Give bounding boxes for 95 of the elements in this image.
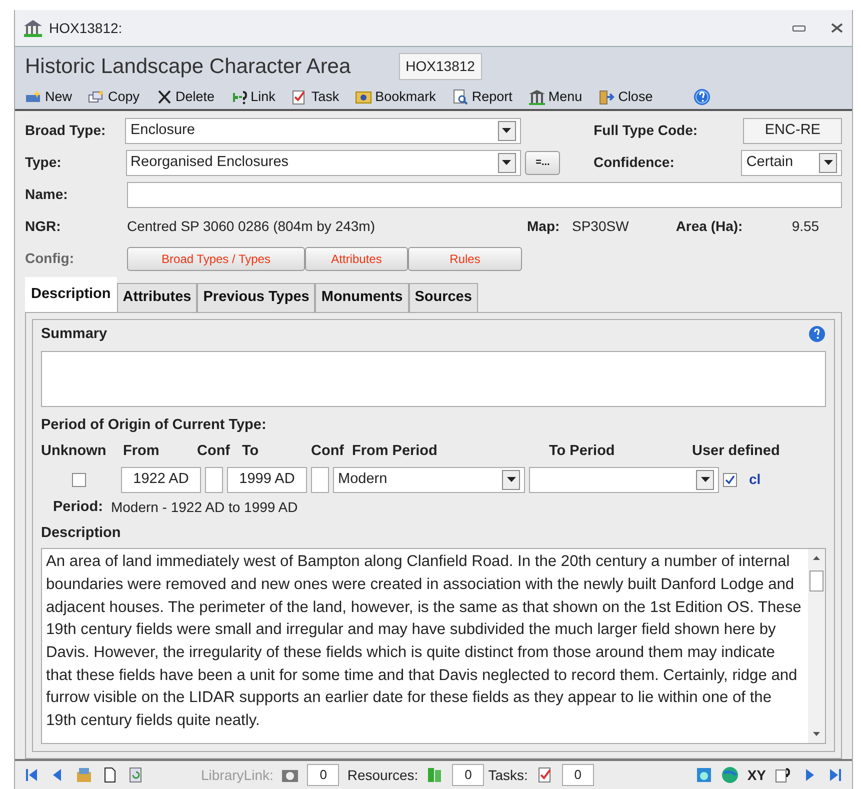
dropdown-value: Modern — [338, 470, 388, 489]
field-label: Area (Ha): — [676, 217, 744, 236]
column-header: To — [242, 442, 260, 461]
exit-door-icon — [598, 88, 616, 105]
form-title: Historic Landscape Character Area — [25, 54, 351, 80]
toolbar-button[interactable]: New — [25, 86, 72, 107]
library-link-label: LibraryLink: — [201, 766, 274, 785]
new-icon — [25, 88, 43, 105]
field-label: Confidence: — [593, 153, 676, 172]
checkbox[interactable] — [72, 472, 86, 487]
count-field: 0 — [307, 764, 340, 786]
area-value: 9.55 — [792, 217, 820, 236]
tab[interactable]: Previous Types — [197, 282, 316, 312]
column-header: To Period — [549, 442, 616, 461]
dropdown-button[interactable] — [819, 152, 838, 173]
field-label: Full Type Code: — [594, 121, 699, 140]
column-header: Conf — [311, 442, 346, 461]
resources-label: Resources: — [347, 766, 418, 784]
toolbar-button[interactable]: Link — [230, 86, 276, 107]
count-field: 0 — [562, 764, 594, 786]
checkbox[interactable] — [723, 472, 737, 487]
toolbar-button[interactable]: Menu — [528, 86, 582, 107]
column-header: Conf — [197, 442, 232, 461]
map-value: SP30SW — [572, 217, 629, 236]
field-label: Config: — [25, 249, 75, 268]
period-summary: Modern - 1922 AD to 1999 AD — [110, 498, 298, 517]
minimize-icon[interactable] — [792, 23, 806, 33]
conf-field[interactable] — [205, 466, 223, 493]
tasks-label: Tasks: — [488, 766, 528, 784]
toolbar-button[interactable]: Close — [598, 86, 653, 107]
caret-icon — [824, 160, 833, 166]
help-icon[interactable] — [692, 88, 711, 106]
field-label: Name: — [25, 185, 69, 204]
column-header: From — [123, 442, 160, 461]
copy-icon — [88, 88, 106, 105]
lookup-button[interactable]: =... — [524, 150, 560, 175]
checkmark-icon — [724, 474, 736, 486]
column-header: Unknown — [41, 442, 108, 461]
description-field[interactable]: An area of land immediately west of Bampton along Clanfield Road. In the 20th century a number of internal boundaries were removed and new ones were created in association with the newly built Danford Lodge and adjacent houses. The perimeter of the land, however, is the same as that shown on the 1st Edition OS. These 19th century fields were small and irregular and may have subdivided the much larger field shown here by Davis. However, the irregularity of these fields which is quite distinct from those around them may indicate that these fields have been a unit for some time and that Davis neglected to record them. Certainly, ridge and furrow visible on the LIDAR supports an earlier date for these fields as they appear to lie within one of the 19th century fields quite neatly. — [41, 548, 826, 744]
from-period-dropdown[interactable]: Modern — [333, 466, 525, 493]
summary-field[interactable] — [41, 351, 826, 408]
building-icon — [23, 19, 43, 37]
globe-icon[interactable] — [721, 766, 740, 784]
name-field[interactable] — [127, 182, 842, 208]
full-type-code-field: ENC-RE — [743, 118, 842, 144]
toolbar-button[interactable]: Bookmark — [355, 86, 436, 107]
toolbar-button[interactable]: Copy — [88, 86, 140, 107]
tab[interactable]: Description — [25, 276, 117, 312]
dropdown-value: Reorganised Enclosures — [130, 152, 289, 172]
building-icon — [528, 88, 546, 105]
section-heading: Summary — [41, 324, 108, 344]
magnifier-document-icon — [452, 88, 470, 105]
field-label: Broad Type: — [25, 121, 107, 140]
folder-icon[interactable] — [75, 766, 93, 784]
user-defined-mark: cl — [749, 470, 761, 490]
bookmark-icon — [355, 88, 374, 105]
column-header: User defined — [692, 442, 781, 461]
column-header: From Period — [352, 442, 438, 461]
toolbar-button[interactable]: Task — [291, 86, 340, 107]
broad-type-dropdown[interactable]: Enclosure — [125, 118, 521, 144]
toolbar-button[interactable]: Delete — [156, 86, 215, 107]
toolbar-button[interactable]: Report — [452, 86, 512, 107]
from-field[interactable]: 1922 AD — [121, 466, 201, 493]
section-heading: Period of Origin of Current Type: — [41, 416, 268, 436]
count-field: 0 — [452, 764, 484, 786]
close-icon[interactable] — [830, 22, 844, 34]
type-dropdown[interactable]: Reorganised Enclosures — [126, 150, 521, 176]
dropdown-button[interactable] — [498, 152, 516, 173]
dropdown-button[interactable] — [498, 120, 516, 141]
caret-icon — [502, 160, 512, 166]
field-label: Type: — [25, 153, 62, 172]
section-heading: Description — [41, 524, 122, 542]
dropdown-value: Certain — [746, 152, 794, 172]
tab[interactable]: Sources — [408, 282, 478, 312]
map-window-icon[interactable] — [695, 766, 714, 784]
scrollbar[interactable] — [808, 549, 825, 744]
field-label: NGR: — [25, 217, 62, 236]
dropdown-value: Enclosure — [130, 120, 195, 140]
dropdown-button[interactable] — [696, 470, 714, 490]
record-id-field: HOX13812 — [398, 53, 482, 80]
period-label: Period: — [53, 498, 103, 517]
xy-button[interactable]: XY — [747, 764, 766, 786]
tab[interactable]: Attributes — [116, 282, 198, 312]
caret-icon — [502, 128, 512, 134]
dropdown-button[interactable] — [502, 470, 520, 490]
conf-field[interactable] — [311, 466, 329, 493]
tab[interactable]: Monuments — [315, 282, 409, 312]
to-field[interactable]: 1999 AD — [227, 466, 307, 493]
caret-icon — [506, 477, 516, 482]
field-label: Map: — [527, 217, 561, 236]
caret-icon — [700, 477, 710, 482]
confidence-dropdown[interactable]: Certain — [741, 150, 842, 176]
window-title: HOX13812: — [49, 18, 122, 38]
help-icon[interactable] — [808, 325, 826, 344]
ngr-value: Centred SP 3060 0286 (804m by 243m) — [127, 217, 376, 236]
